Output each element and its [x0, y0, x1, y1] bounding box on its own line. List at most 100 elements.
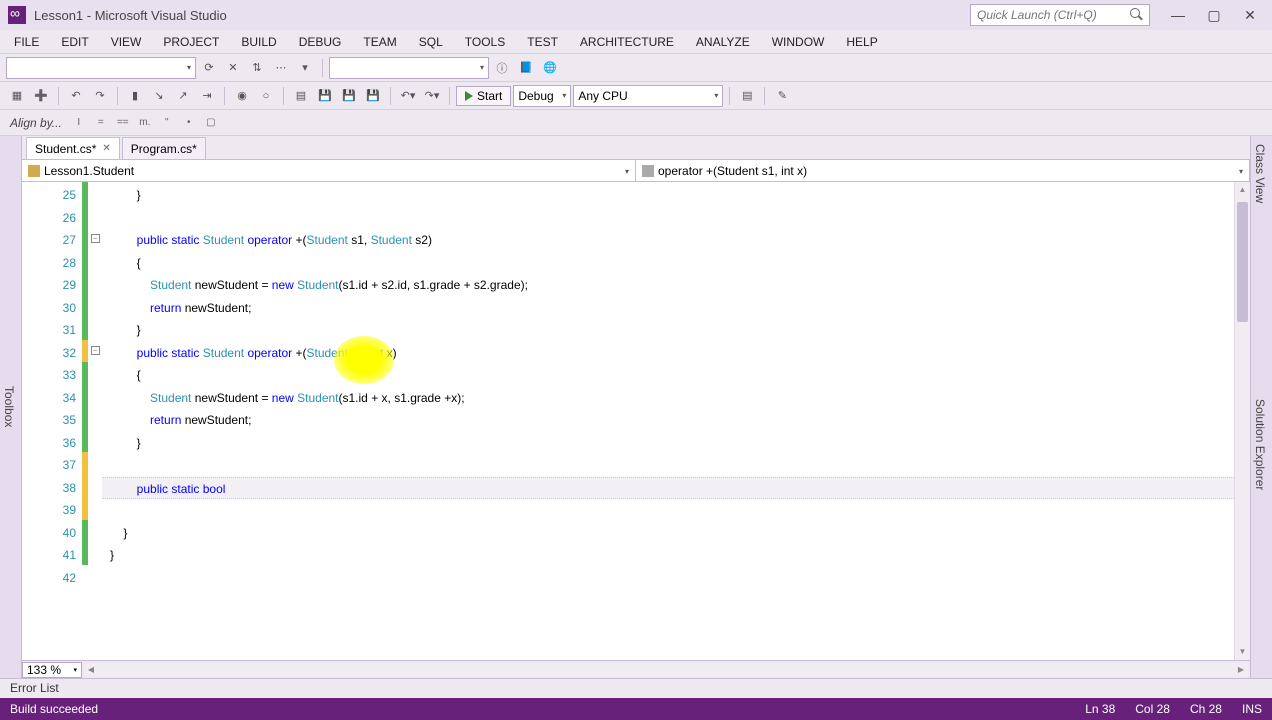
menu-project[interactable]: PROJECT	[153, 31, 229, 53]
globe-icon[interactable]: 🌐	[539, 57, 561, 79]
file-tab-program[interactable]: Program.cs*	[122, 137, 206, 159]
horizontal-scrollbar[interactable]: ◀ ▶	[84, 663, 1248, 677]
fold-icon[interactable]: −	[91, 234, 100, 243]
search-icon	[1130, 8, 1144, 22]
config-dropdown[interactable]: Debug	[513, 85, 571, 107]
menu-help[interactable]: HELP	[836, 31, 887, 53]
code-lines[interactable]: } public static Student operator +(Stude…	[102, 182, 1250, 660]
nav-fwd-icon[interactable]: ↷	[89, 85, 111, 107]
book-icon[interactable]: 📘	[515, 57, 537, 79]
menu-edit[interactable]: EDIT	[51, 31, 98, 53]
step-icon-3[interactable]: ⇥	[196, 85, 218, 107]
minimize-button[interactable]: —	[1164, 4, 1192, 26]
toolbar-2: ▦ ➕ ↶ ↷ ▮ ↘ ↗ ⇥ ◉ ○ ▤ 💾 💾 💾 ↶▾ ↷▾ Start …	[0, 82, 1272, 110]
error-list-tab[interactable]: Error List	[0, 678, 1272, 698]
quick-launch-input[interactable]	[970, 4, 1150, 26]
quick-launch: — ▢ ✕	[970, 4, 1264, 26]
solution-explorer-tab[interactable]: Solution Explorer	[1250, 211, 1272, 678]
start-button[interactable]: Start	[456, 86, 511, 106]
file-tab-row: Student.cs* ✕ Program.cs*	[22, 136, 1250, 160]
method-icon	[642, 165, 654, 177]
save-icon[interactable]: 💾	[314, 85, 336, 107]
separator	[449, 87, 450, 105]
menu-debug[interactable]: DEBUG	[289, 31, 352, 53]
menu-sql[interactable]: SQL	[409, 31, 453, 53]
tb-icon-1[interactable]: ⟳	[198, 57, 220, 79]
separator	[390, 87, 391, 105]
scroll-thumb[interactable]	[1237, 202, 1248, 322]
close-button[interactable]: ✕	[1236, 4, 1264, 26]
align-ic-7[interactable]: ▢	[202, 114, 220, 132]
tb-icon-2[interactable]: ✕	[222, 57, 244, 79]
tb-icon-5[interactable]: ▾	[294, 57, 316, 79]
close-icon[interactable]: ✕	[102, 143, 110, 154]
toolbar-1: ⟳ ✕ ⇅ ⋯ ▾ ⓘ 📘 🌐	[0, 54, 1272, 82]
save-all-icon[interactable]: 💾	[338, 85, 360, 107]
title-bar: Lesson1 - Microsoft Visual Studio — ▢ ✕	[0, 0, 1272, 30]
nav-icon-1[interactable]: ◉	[231, 85, 253, 107]
nav-icon-2[interactable]: ○	[255, 85, 277, 107]
file-tab-student[interactable]: Student.cs* ✕	[26, 137, 120, 159]
menu-team[interactable]: TEAM	[353, 31, 406, 53]
status-col: Col 28	[1135, 702, 1170, 716]
align-ic-1[interactable]: I	[70, 114, 88, 132]
status-ch: Ch 28	[1190, 702, 1222, 716]
nav-back-icon[interactable]: ↶	[65, 85, 87, 107]
tb-icon-3[interactable]: ⇅	[246, 57, 268, 79]
fold-icon[interactable]: −	[91, 346, 100, 355]
separator	[729, 87, 730, 105]
save-as-icon[interactable]: 💾	[362, 85, 384, 107]
class-icon	[28, 165, 40, 177]
separator	[224, 87, 225, 105]
menu-view[interactable]: VIEW	[101, 31, 152, 53]
play-icon	[465, 91, 473, 101]
step-icon-1[interactable]: ↘	[148, 85, 170, 107]
menu-test[interactable]: TEST	[517, 31, 568, 53]
align-by-label[interactable]: Align by...	[6, 116, 66, 130]
scroll-left-icon[interactable]: ◀	[84, 663, 98, 677]
redo-icon[interactable]: ↷▾	[421, 85, 443, 107]
menu-analyze[interactable]: ANALYZE	[686, 31, 760, 53]
status-bar: Build succeeded Ln 38 Col 28 Ch 28 INS	[0, 698, 1272, 720]
scroll-down-icon[interactable]: ▼	[1235, 644, 1250, 660]
menu-build[interactable]: BUILD	[231, 31, 286, 53]
menu-tools[interactable]: TOOLS	[455, 31, 515, 53]
scroll-right-icon[interactable]: ▶	[1234, 663, 1248, 677]
vertical-scrollbar[interactable]: ▲ ▼	[1234, 182, 1250, 660]
misc-icon-2[interactable]: ✎	[771, 85, 793, 107]
align-ic-2[interactable]: =	[92, 114, 110, 132]
line-gutter: 252627282930313233343536373839404142	[22, 182, 82, 660]
align-ic-4[interactable]: m.	[136, 114, 154, 132]
pause-icon[interactable]: ▮	[124, 85, 146, 107]
align-ic-5[interactable]: "	[158, 114, 176, 132]
platform-dropdown[interactable]: Any CPU	[573, 85, 723, 107]
new-item-icon[interactable]: ▦	[6, 85, 28, 107]
undo-icon[interactable]: ↶▾	[397, 85, 419, 107]
misc-icon-1[interactable]: ▤	[736, 85, 758, 107]
maximize-button[interactable]: ▢	[1200, 4, 1228, 26]
tb-icon-4[interactable]: ⋯	[270, 57, 292, 79]
menu-file[interactable]: FILE	[4, 31, 49, 53]
toolbox-tab[interactable]: Toolbox	[0, 136, 22, 678]
add-item-icon[interactable]: ➕	[30, 85, 52, 107]
status-ins: INS	[1242, 702, 1262, 716]
align-ic-3[interactable]: ==	[114, 114, 132, 132]
main-area: Toolbox Student.cs* ✕ Program.cs* Lesson…	[0, 136, 1272, 678]
toolbar-dropdown-2[interactable]	[329, 57, 489, 79]
class-view-tab[interactable]: Class View	[1250, 136, 1272, 211]
menu-architecture[interactable]: ARCHITECTURE	[570, 31, 684, 53]
nav-row: Lesson1.Student operator +(Student s1, i…	[22, 160, 1250, 182]
class-dropdown[interactable]: Lesson1.Student	[22, 160, 636, 182]
code-editor[interactable]: 252627282930313233343536373839404142 −− …	[22, 182, 1250, 660]
doc-icon[interactable]: ▤	[290, 85, 312, 107]
menu-window[interactable]: WINDOW	[762, 31, 835, 53]
scroll-up-icon[interactable]: ▲	[1235, 182, 1250, 198]
align-ic-6[interactable]: •	[180, 114, 198, 132]
info-icon[interactable]: ⓘ	[491, 57, 513, 79]
start-label: Start	[477, 89, 502, 103]
member-dropdown[interactable]: operator +(Student s1, int x)	[636, 160, 1250, 182]
toolbar-dropdown-1[interactable]	[6, 57, 196, 79]
step-icon-2[interactable]: ↗	[172, 85, 194, 107]
zoom-dropdown[interactable]: 133 %	[22, 662, 82, 678]
align-toolbar: Align by... I = == m. " • ▢	[0, 110, 1272, 136]
